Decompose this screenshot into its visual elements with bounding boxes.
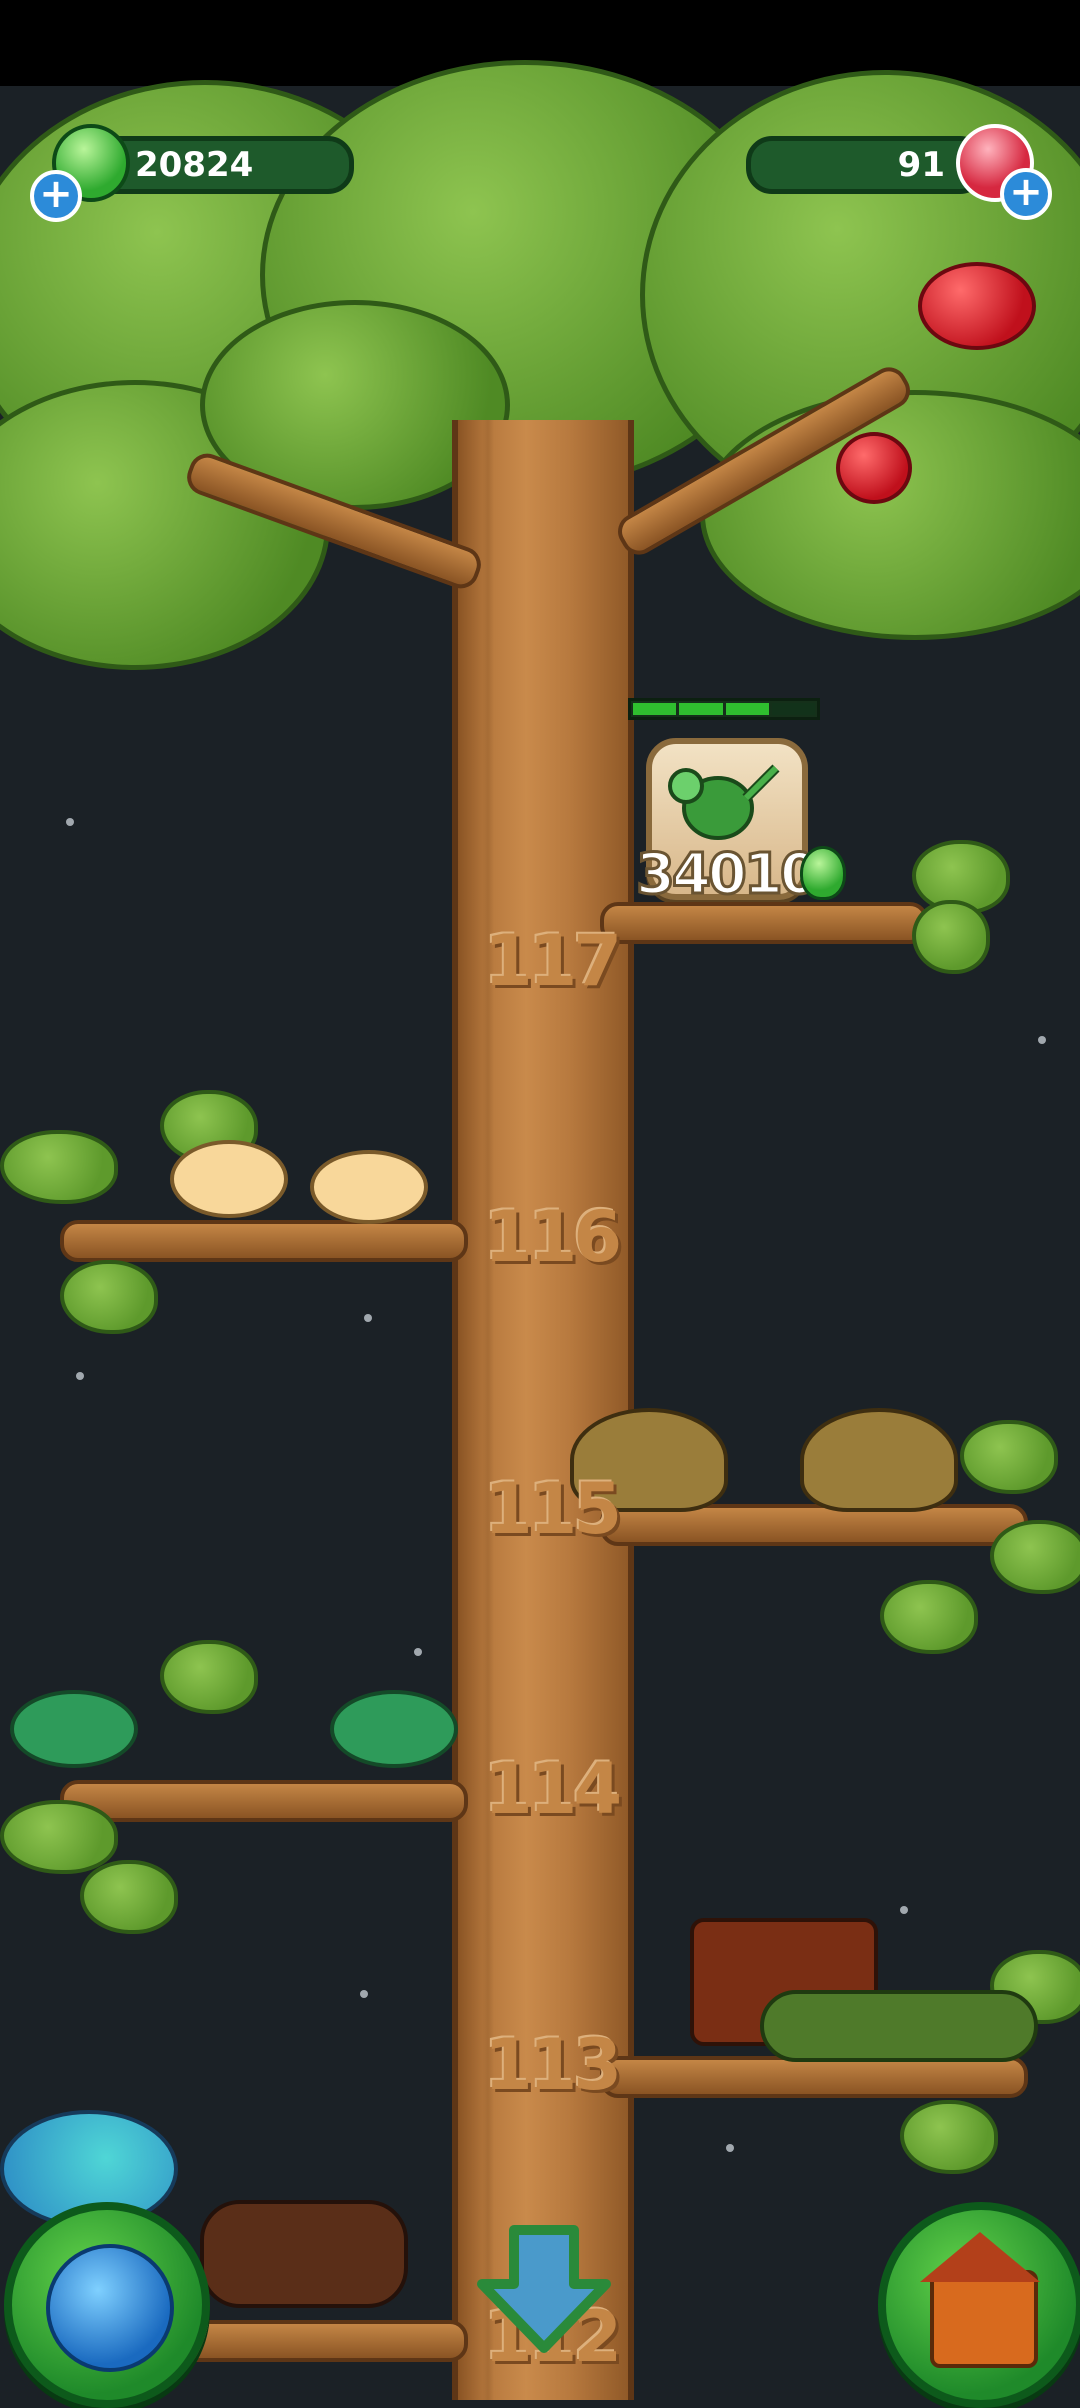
fox-creature[interactable] [170, 1140, 288, 1218]
leaf [0, 1800, 118, 1874]
leaf [160, 1640, 258, 1714]
star [364, 1314, 372, 1322]
level-number-113: 113 [483, 2024, 622, 2106]
leaf [80, 1860, 178, 1934]
star [414, 1648, 422, 1656]
down-arrow-icon [477, 2225, 611, 2353]
progress-segment [771, 703, 815, 715]
level-number-114: 114 [483, 1748, 622, 1830]
apple-icon[interactable] [836, 432, 912, 504]
progress-segment [725, 703, 769, 715]
dragonfly-creature[interactable] [330, 1690, 458, 1768]
leaf [60, 1260, 158, 1334]
add-gems-button[interactable]: + [1000, 168, 1052, 220]
gem-counter: 91 [746, 136, 986, 194]
apple-icon[interactable] [918, 262, 1036, 350]
house-icon [930, 2270, 1038, 2368]
star [66, 818, 74, 826]
fox-creature[interactable] [310, 1150, 428, 1224]
gem-count: 91 [897, 145, 945, 185]
leaf [960, 1420, 1058, 1494]
dog-with-top-hat-creature[interactable] [200, 2200, 408, 2308]
leaf [0, 1130, 118, 1204]
task-cost: 34010 [635, 841, 821, 909]
scroll-down-button[interactable] [474, 2224, 614, 2354]
dragonfly-creature[interactable] [10, 1690, 138, 1768]
leaf [912, 900, 990, 974]
star [900, 1906, 908, 1914]
world-map-button[interactable] [4, 2202, 210, 2408]
branch-113 [600, 2056, 1028, 2098]
crocodile-creature[interactable] [760, 1990, 1038, 2062]
house-roof [920, 2232, 1040, 2282]
level-number-115: 115 [483, 1468, 622, 1550]
task-progress-bar [628, 698, 820, 720]
branch-114 [60, 1780, 468, 1822]
level-number-117: 117 [483, 920, 622, 1002]
branch-117 [600, 902, 928, 944]
goo-count: 20824 [135, 145, 254, 185]
progress-segment [679, 703, 723, 715]
home-button[interactable] [878, 2202, 1080, 2408]
add-goo-button[interactable]: + [30, 170, 82, 222]
globe-icon [46, 2244, 174, 2372]
star [360, 1990, 368, 1998]
level-number-116: 116 [483, 1196, 622, 1278]
branch-116 [60, 1220, 468, 1262]
progress-segment [633, 703, 677, 715]
goo-drop-icon [800, 846, 846, 900]
leaf [900, 2100, 998, 2174]
star [726, 2144, 734, 2152]
star [1038, 1036, 1046, 1044]
leaf [880, 1580, 978, 1654]
star [76, 1372, 84, 1380]
armadillo-creature[interactable] [800, 1408, 958, 1512]
